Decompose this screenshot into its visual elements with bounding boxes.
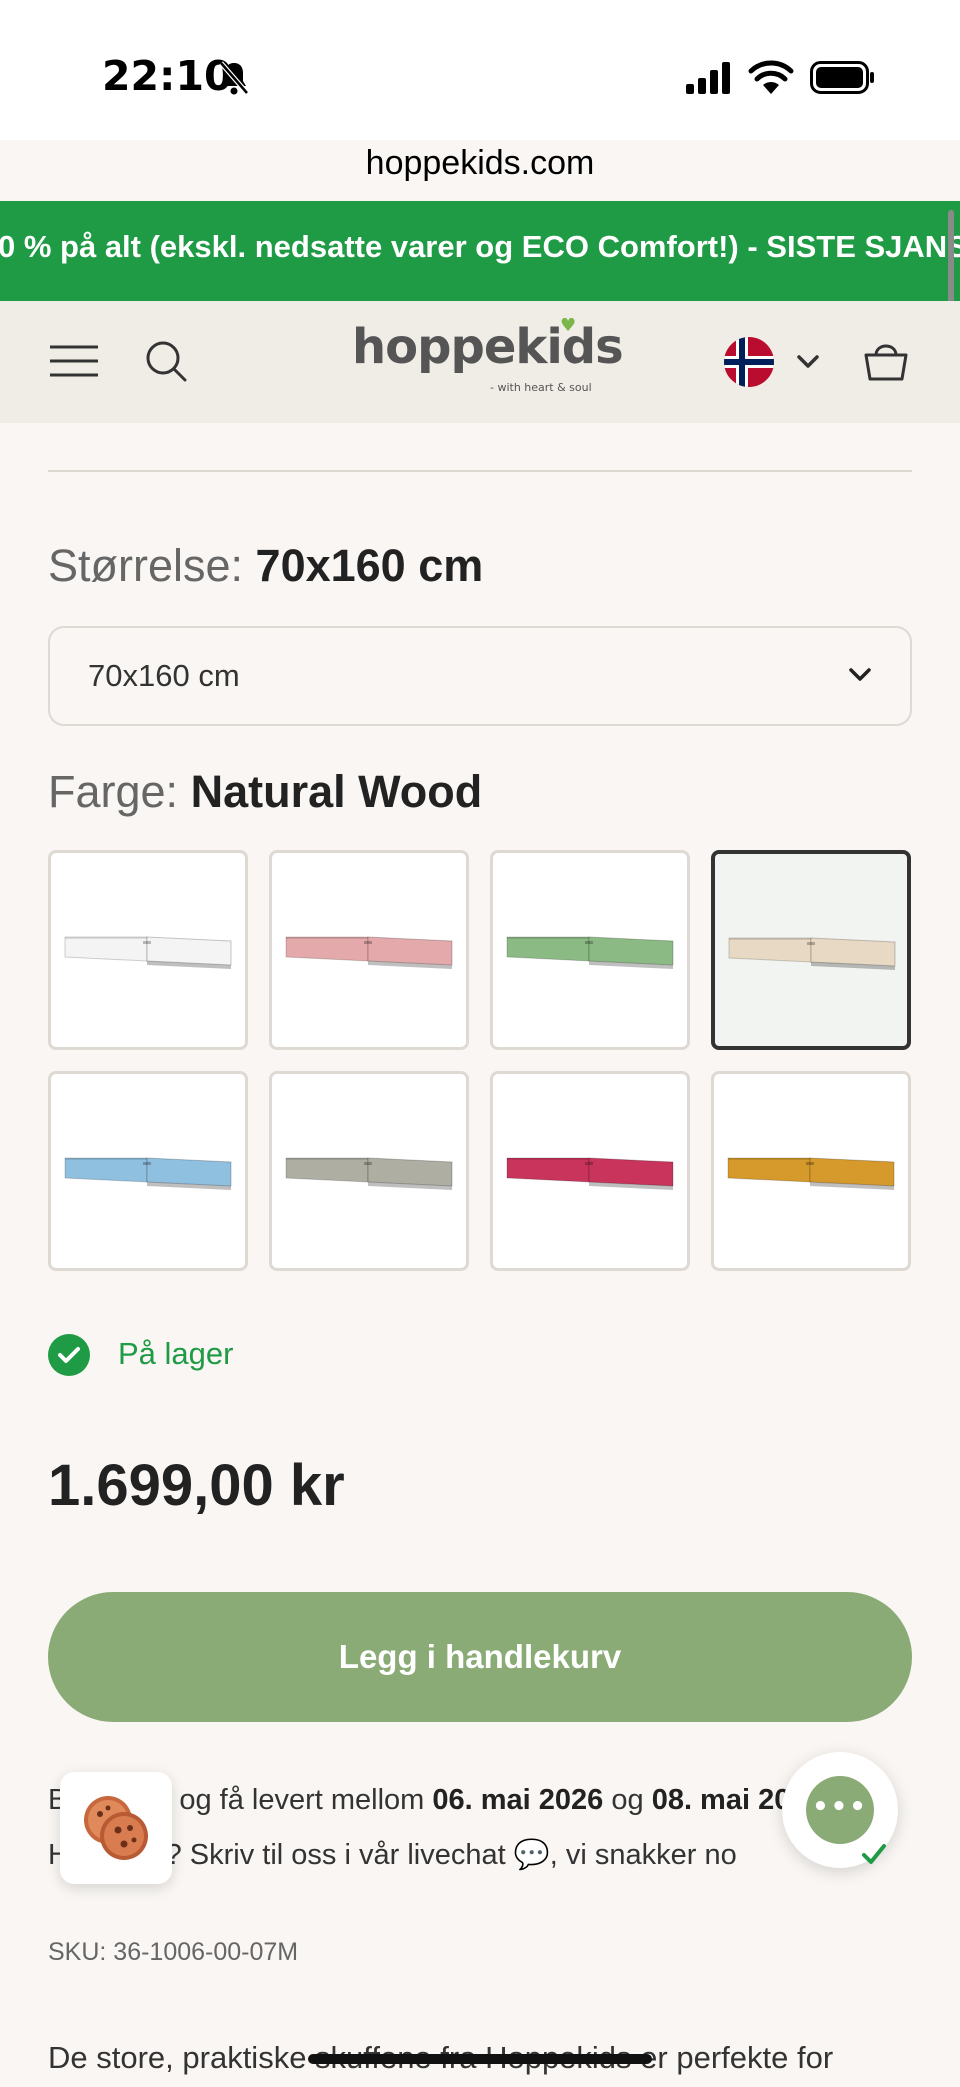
drawer-image (727, 1157, 895, 1190)
battery-icon (810, 61, 874, 94)
drawer-image (285, 936, 453, 969)
color-swatch[interactable] (711, 1071, 911, 1271)
size-select[interactable]: 70x160 cm (48, 626, 912, 726)
cellular-signal-icon (686, 62, 730, 94)
promo-banner[interactable]: 0 % på alt (ekskl. nedsatte varer og ECO… (0, 201, 960, 301)
drawer-image (506, 1157, 674, 1190)
color-swatch[interactable] (711, 850, 911, 1050)
drawer-image (506, 936, 674, 969)
size-heading: Størrelse: 70x160 cm (48, 540, 483, 592)
norway-flag-icon[interactable] (724, 337, 774, 387)
color-swatch[interactable] (269, 850, 469, 1050)
chat-bubble-icon: ••• (806, 1776, 874, 1844)
drawer-image (64, 1157, 232, 1190)
logo-tagline: - with heart & soul (490, 381, 592, 394)
product-sku: SKU: 36-1006-00-07M (48, 1938, 299, 1966)
product-price: 1.699,00 kr (48, 1453, 345, 1518)
add-to-cart-button[interactable]: Legg i handlekurv (48, 1592, 912, 1722)
delivery-middle: og få levert mellom (179, 1784, 433, 1816)
site-header: hoppekids ♥ - with heart & soul (0, 301, 960, 423)
stock-status: På lager (118, 1336, 234, 1371)
logo-text: hoppekids (352, 319, 624, 375)
home-indicator[interactable] (308, 2054, 652, 2064)
cart-basket-icon[interactable] (862, 337, 910, 383)
in-stock-check-icon (48, 1334, 90, 1376)
browser-url[interactable]: hoppekids.com (0, 144, 960, 183)
drawer-image (728, 937, 896, 970)
size-value: 70x160 cm (255, 540, 484, 591)
check-icon (862, 1844, 886, 1864)
bell-slash-icon (219, 61, 249, 95)
promo-text: 0 % på alt (ekskl. nedsatte varer og ECO… (0, 229, 960, 264)
color-swatch[interactable] (48, 1071, 248, 1271)
drawer-image (285, 1157, 453, 1190)
status-bar: 22:10 hoppekids.com (0, 0, 960, 182)
color-swatch[interactable] (490, 850, 690, 1050)
color-swatch[interactable] (490, 1071, 690, 1271)
logo-heart-icon: ♥ (560, 315, 577, 336)
drawer-image (64, 936, 232, 969)
hamburger-menu-icon[interactable] (48, 343, 100, 379)
wifi-icon (748, 60, 794, 94)
color-heading: Farge: Natural Wood (48, 766, 482, 818)
chevron-down-icon[interactable] (796, 353, 820, 371)
status-time: 22:10 (102, 52, 233, 100)
hoppekids-logo[interactable]: hoppekids ♥ - with heart & soul (352, 315, 624, 399)
size-select-value: 70x160 cm (88, 658, 240, 693)
delivery-date-from: 06. mai 2026 (432, 1784, 604, 1816)
section-divider (48, 470, 912, 472)
search-icon[interactable] (144, 339, 188, 383)
cookie-icon (84, 1796, 148, 1860)
color-label: Farge: (48, 766, 179, 817)
cookie-settings-button[interactable] (60, 1772, 172, 1884)
size-label: Størrelse: (48, 540, 244, 591)
chevron-down-icon (849, 668, 871, 681)
color-swatch[interactable] (48, 850, 248, 1050)
color-swatch[interactable] (269, 1071, 469, 1271)
delivery-joiner: og (603, 1784, 652, 1816)
color-value: Natural Wood (190, 766, 483, 817)
